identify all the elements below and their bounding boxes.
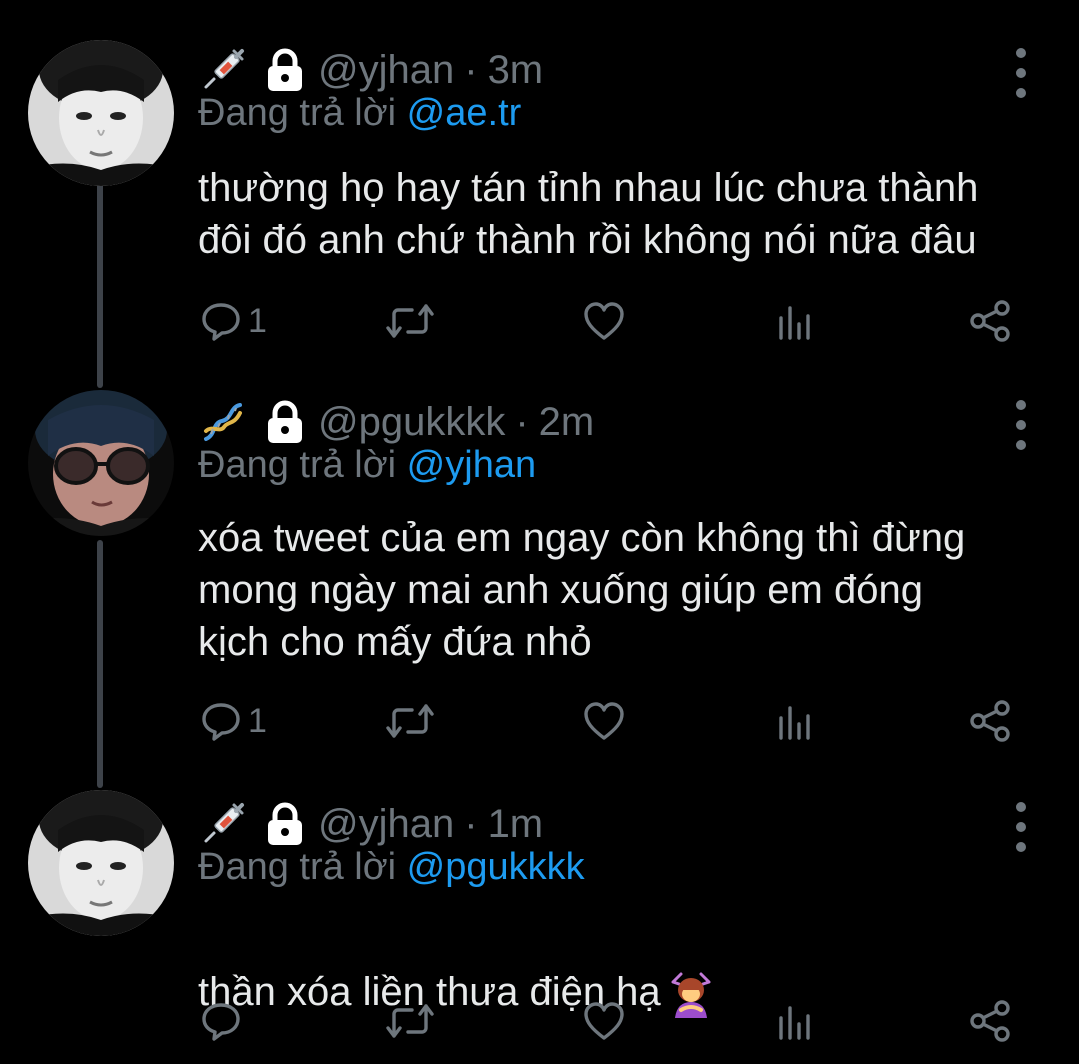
lock-icon (268, 48, 302, 91)
user-handle[interactable]: @yjhan (318, 48, 454, 93)
analytics-icon (779, 306, 810, 340)
replying-to: Đang trả lời @yjhan (198, 444, 536, 487)
tweet-text: thường họ hay tán tỉnh nhau lúc chưa thà… (198, 166, 979, 262)
action-bar (198, 996, 1028, 1046)
analytics-button[interactable] (776, 996, 814, 1046)
action-bar: 1 (198, 296, 1028, 346)
separator: · (464, 801, 478, 846)
reply-icon (202, 303, 240, 341)
like-button[interactable] (582, 696, 626, 746)
tweet[interactable]: @yjhan · 3m Đang trả lời @ae.tr thường h… (0, 40, 1079, 360)
tweet[interactable]: @pgukkkk · 2m Đang trả lời @yjhan xóa tw… (0, 390, 1079, 772)
dna-icon (204, 403, 242, 441)
analytics-icon (779, 1006, 810, 1040)
more-icon[interactable] (1006, 802, 1036, 852)
reply-button[interactable]: 1 (200, 296, 267, 346)
tweet-header: @yjhan · 1m (198, 794, 543, 854)
like-icon (584, 302, 624, 340)
timestamp[interactable]: 2m (539, 400, 595, 445)
separator: · (515, 399, 529, 444)
action-bar: 1 (198, 696, 1028, 746)
user-handle[interactable]: @yjhan (318, 802, 454, 847)
lock-icon (268, 400, 302, 443)
lock-icon (268, 802, 302, 845)
more-icon[interactable] (1006, 48, 1036, 98)
share-icon (970, 700, 1010, 742)
replying-to-label: Đang trả lời (198, 846, 397, 888)
avatar[interactable] (28, 390, 174, 536)
tweet-header: @pgukkkk · 2m (198, 392, 594, 452)
avatar[interactable] (28, 40, 174, 186)
analytics-button[interactable] (776, 696, 814, 746)
retweet-button[interactable] (384, 296, 436, 346)
tweet-header: @yjhan · 3m (198, 40, 543, 100)
reply-button[interactable] (200, 996, 242, 1046)
reply-button[interactable]: 1 (200, 696, 267, 746)
tweet-text: xóa tweet của em ngay còn không thì đừng… (198, 516, 966, 664)
user-handle[interactable]: @pgukkkk (318, 400, 505, 445)
share-button[interactable] (968, 696, 1012, 746)
share-icon (970, 1000, 1010, 1042)
like-icon (584, 1002, 624, 1040)
separator: · (464, 47, 478, 92)
analytics-icon (779, 706, 810, 740)
retweet-icon (386, 304, 434, 338)
share-button[interactable] (968, 996, 1012, 1046)
reply-icon (202, 1003, 240, 1041)
retweet-icon (386, 1004, 434, 1038)
timestamp[interactable]: 1m (488, 802, 544, 847)
share-button[interactable] (968, 296, 1012, 346)
mention-link[interactable]: @ae.tr (407, 92, 522, 134)
avatar[interactable] (28, 790, 174, 936)
retweet-button[interactable] (384, 996, 436, 1046)
syringe-icon (204, 49, 244, 89)
replying-to-label: Đang trả lời (198, 92, 397, 134)
syringe-icon (204, 803, 244, 843)
reply-count: 1 (248, 301, 267, 340)
replying-to: Đang trả lời @ae.tr (198, 92, 521, 135)
retweet-icon (386, 704, 434, 738)
timestamp[interactable]: 3m (488, 48, 544, 93)
retweet-button[interactable] (384, 696, 436, 746)
reply-count: 1 (248, 701, 267, 740)
like-icon (584, 702, 624, 740)
more-icon[interactable] (1006, 400, 1036, 450)
like-button[interactable] (582, 996, 626, 1046)
tweet[interactable]: @yjhan · 1m Đang trả lời @pgukkkk thần x… (0, 790, 1079, 1064)
mention-link[interactable]: @pgukkkk (407, 846, 585, 888)
analytics-button[interactable] (776, 296, 814, 346)
mention-link[interactable]: @yjhan (407, 444, 536, 486)
share-icon (970, 300, 1010, 342)
like-button[interactable] (582, 296, 626, 346)
replying-to-label: Đang trả lời (198, 444, 397, 486)
replying-to: Đang trả lời @pgukkkk (198, 846, 585, 889)
reply-icon (202, 703, 240, 741)
